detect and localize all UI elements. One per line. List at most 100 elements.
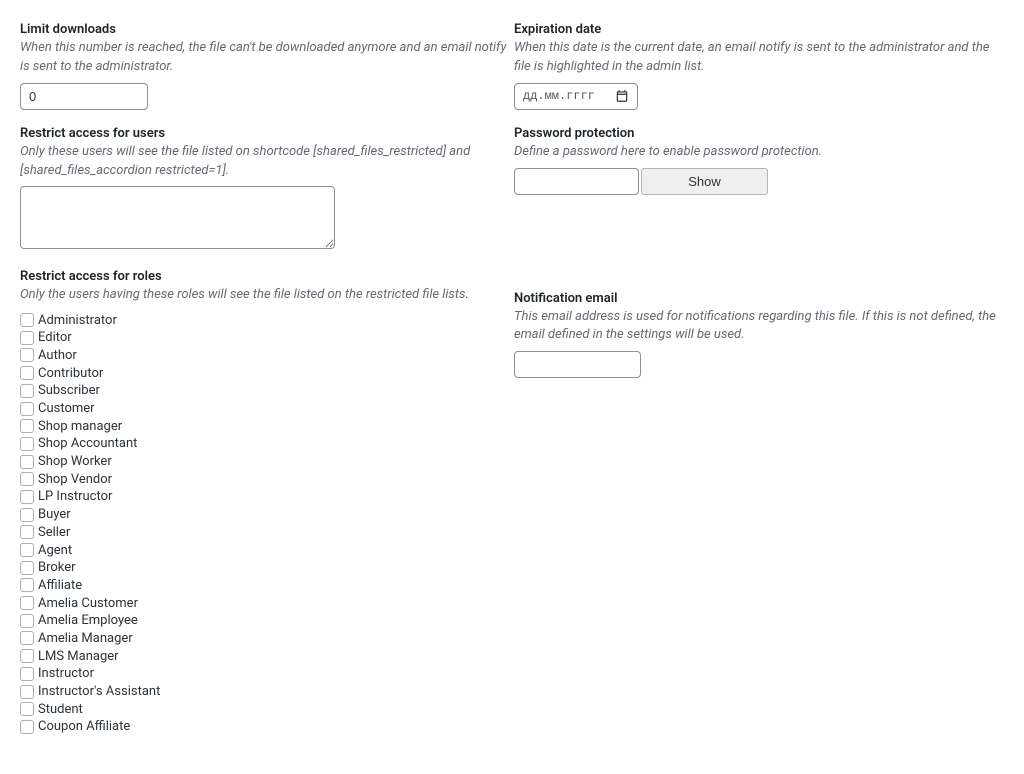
role-label: Amelia Manager: [38, 631, 133, 646]
role-label: Subscriber: [38, 383, 100, 398]
role-item: Subscriber: [20, 382, 510, 400]
role-label: LMS Manager: [38, 649, 119, 664]
restrict-users-group: Restrict access for users Only these use…: [20, 126, 510, 254]
role-checkbox[interactable]: [20, 384, 34, 398]
role-label: Shop manager: [38, 419, 122, 434]
role-checkbox[interactable]: [20, 614, 34, 628]
role-label: Student: [38, 702, 83, 717]
role-label: LP Instructor: [38, 489, 112, 504]
role-checkbox[interactable]: [20, 508, 34, 522]
notification-email-input[interactable]: [514, 351, 641, 378]
role-item: Author: [20, 347, 510, 365]
role-item: Contributor: [20, 364, 510, 382]
limit-downloads-group: Limit downloads When this number is reac…: [20, 22, 510, 110]
role-checkbox[interactable]: [20, 419, 34, 433]
role-item: Seller: [20, 523, 510, 541]
restrict-roles-label: Restrict access for roles: [20, 269, 510, 284]
role-checkbox[interactable]: [20, 720, 34, 734]
password-input[interactable]: [514, 168, 639, 195]
role-item: Affiliate: [20, 577, 510, 595]
role-checkbox[interactable]: [20, 578, 34, 592]
expiration-group: Expiration date When this date is the cu…: [514, 22, 1004, 110]
role-item: Shop Accountant: [20, 435, 510, 453]
calendar-icon: [615, 89, 629, 103]
role-checkbox[interactable]: [20, 490, 34, 504]
role-label: Coupon Affiliate: [38, 719, 130, 734]
role-label: Shop Vendor: [38, 472, 112, 487]
role-item: Agent: [20, 541, 510, 559]
role-item: Administrator: [20, 311, 510, 329]
role-item: Amelia Customer: [20, 594, 510, 612]
notification-desc: This email address is used for notificat…: [514, 308, 1004, 346]
role-item: Student: [20, 700, 510, 718]
show-password-button[interactable]: Show: [641, 168, 768, 195]
spacer: [514, 211, 1004, 291]
role-item: LP Instructor: [20, 488, 510, 506]
limit-downloads-input[interactable]: [20, 83, 148, 110]
role-item: Shop Vendor: [20, 470, 510, 488]
role-item: Amelia Manager: [20, 630, 510, 648]
role-item: LMS Manager: [20, 647, 510, 665]
password-group: Password protection Define a password he…: [514, 126, 1004, 195]
roles-list: Administrator Editor AuthorContributor Subs…: [20, 311, 510, 736]
role-checkbox[interactable]: [20, 455, 34, 469]
restrict-roles-desc: Only the users having these roles will s…: [20, 286, 510, 305]
expiration-date-placeholder: дд.мм.гггг: [523, 89, 595, 103]
password-label: Password protection: [514, 126, 1004, 141]
role-item: Amelia Employee: [20, 612, 510, 630]
role-checkbox[interactable]: [20, 543, 34, 557]
role-item: Coupon Affiliate: [20, 718, 510, 736]
role-label: Editor: [38, 330, 72, 345]
left-column: Limit downloads When this number is reac…: [20, 22, 510, 752]
role-checkbox[interactable]: [20, 525, 34, 539]
expiration-desc: When this date is the current date, an e…: [514, 39, 1004, 77]
expiration-label: Expiration date: [514, 22, 1004, 37]
role-checkbox[interactable]: [20, 348, 34, 362]
role-checkbox[interactable]: [20, 472, 34, 486]
role-item: Buyer: [20, 506, 510, 524]
role-checkbox[interactable]: [20, 313, 34, 327]
role-label: Shop Accountant: [38, 436, 137, 451]
notification-label: Notification email: [514, 291, 1004, 306]
role-item: Editor: [20, 329, 510, 347]
limit-downloads-desc: When this number is reached, the file ca…: [20, 39, 510, 77]
role-label: Agent: [38, 543, 72, 558]
right-column: Expiration date When this date is the cu…: [514, 22, 1004, 752]
role-checkbox[interactable]: [20, 631, 34, 645]
role-checkbox[interactable]: [20, 561, 34, 575]
role-label: Broker: [38, 560, 76, 575]
role-checkbox[interactable]: [20, 402, 34, 416]
settings-columns: Limit downloads When this number is reac…: [20, 22, 1004, 752]
role-item: Instructor's Assistant: [20, 683, 510, 701]
password-desc: Define a password here to enable passwor…: [514, 143, 1004, 162]
role-label: Instructor: [38, 666, 94, 681]
role-item: Customer: [20, 400, 510, 418]
role-label: Contributor: [38, 366, 103, 381]
role-item: Instructor: [20, 665, 510, 683]
role-label: Customer: [38, 401, 95, 416]
limit-downloads-label: Limit downloads: [20, 22, 510, 37]
role-label: Instructor's Assistant: [38, 684, 160, 699]
role-label: Shop Worker: [38, 454, 112, 469]
role-checkbox[interactable]: [20, 331, 34, 345]
restrict-users-label: Restrict access for users: [20, 126, 510, 141]
notification-group: Notification email This email address is…: [514, 291, 1004, 379]
role-checkbox[interactable]: [20, 649, 34, 663]
expiration-date-input[interactable]: дд.мм.гггг: [514, 83, 638, 110]
role-checkbox[interactable]: [20, 366, 34, 380]
role-label: Administrator: [38, 313, 117, 328]
role-label: Seller: [38, 525, 70, 540]
role-item: Broker: [20, 559, 510, 577]
role-label: Affiliate: [38, 578, 82, 593]
role-checkbox[interactable]: [20, 667, 34, 681]
role-checkbox[interactable]: [20, 702, 34, 716]
role-checkbox[interactable]: [20, 437, 34, 451]
role-item: Shop manager: [20, 417, 510, 435]
restrict-users-input[interactable]: [20, 186, 335, 249]
role-checkbox[interactable]: [20, 596, 34, 610]
role-checkbox[interactable]: [20, 685, 34, 699]
role-label: Buyer: [38, 507, 71, 522]
role-label: Amelia Customer: [38, 596, 138, 611]
restrict-users-desc: Only these users will see the file liste…: [20, 143, 510, 181]
role-label: Amelia Employee: [38, 613, 138, 628]
